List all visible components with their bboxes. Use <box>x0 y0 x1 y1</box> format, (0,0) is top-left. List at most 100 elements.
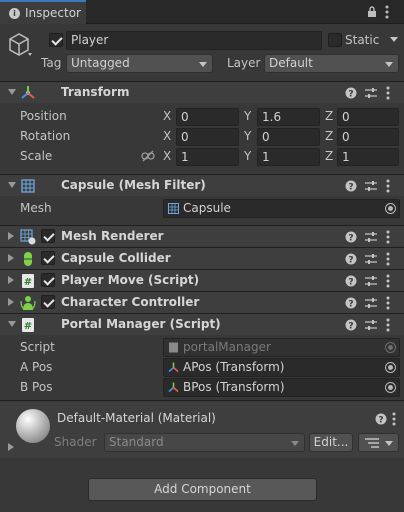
axis-x-label[interactable]: X <box>163 149 171 163</box>
foldout-arrow-icon[interactable] <box>8 443 14 451</box>
presets-icon[interactable] <box>364 274 378 288</box>
help-icon[interactable]: ? <box>344 230 358 244</box>
mesh-renderer-icon <box>20 229 36 245</box>
context-menu-icon[interactable] <box>386 296 390 310</box>
mesh-icon <box>168 203 179 214</box>
foldout-arrow-icon[interactable] <box>8 232 14 240</box>
mesh-filter-header[interactable]: Capsule (Mesh Filter) ? <box>0 174 404 196</box>
transform-header[interactable]: Transform ? <box>0 81 404 103</box>
presets-icon[interactable] <box>364 318 378 332</box>
rotation-x-field[interactable]: 0 <box>176 128 239 146</box>
axis-z-label[interactable]: Z <box>325 149 333 163</box>
foldout-arrow-icon[interactable] <box>8 254 14 262</box>
layer-dropdown[interactable]: Default <box>264 54 399 73</box>
context-menu-icon[interactable] <box>392 412 396 426</box>
mesh-filter-title: Capsule (Mesh Filter) <box>61 178 206 192</box>
axis-y-label[interactable]: Y <box>244 109 251 123</box>
object-picker-icon[interactable] <box>385 362 396 373</box>
presets-icon[interactable] <box>364 179 378 193</box>
capsule-collider-enabled-checkbox[interactable] <box>41 251 55 265</box>
axis-y-label[interactable]: Y <box>244 149 251 163</box>
active-checkbox[interactable] <box>49 33 63 47</box>
rotation-y-field[interactable]: 0 <box>257 128 320 146</box>
tag-dropdown[interactable]: Untagged <box>66 54 213 73</box>
a-pos-field[interactable]: APos (Transform) <box>163 358 400 377</box>
help-icon[interactable]: ? <box>344 296 358 310</box>
layer-label: Layer <box>227 56 261 70</box>
add-component-button[interactable]: Add Component <box>88 478 317 501</box>
gameobject-name-field[interactable]: Player <box>66 31 322 50</box>
static-checkbox[interactable] <box>328 33 342 47</box>
position-y-field[interactable]: 1.6 <box>257 108 320 126</box>
material-options-dropdown[interactable] <box>358 433 399 452</box>
material-section: Default-Material (Material) ? Shader Sta… <box>0 400 404 458</box>
context-menu-icon[interactable] <box>386 252 390 266</box>
foldout-arrow-icon[interactable] <box>8 276 14 284</box>
help-icon[interactable]: ? <box>344 318 358 332</box>
character-controller-icon <box>20 295 36 311</box>
b-pos-field[interactable]: BPos (Transform) <box>163 378 400 397</box>
portal-manager-header[interactable]: # Portal Manager (Script) ? <box>0 313 404 335</box>
mesh-renderer-header[interactable]: Mesh Renderer ? <box>0 225 404 247</box>
script-file-icon <box>168 342 179 353</box>
scale-y-field[interactable]: 1 <box>257 148 320 166</box>
object-picker-icon[interactable] <box>385 382 396 393</box>
character-controller-title: Character Controller <box>61 295 200 309</box>
context-menu-icon[interactable] <box>386 86 390 100</box>
svg-text:#: # <box>24 277 32 288</box>
presets-icon[interactable] <box>364 296 378 310</box>
help-icon[interactable]: ? <box>344 86 358 100</box>
context-menu-icon[interactable] <box>386 318 390 332</box>
axis-z-label[interactable]: Z <box>325 109 333 123</box>
help-icon[interactable]: ? <box>344 179 358 193</box>
axis-z-label[interactable]: Z <box>325 129 333 143</box>
svg-text:?: ? <box>348 322 353 332</box>
rotation-z-field[interactable]: 0 <box>337 128 399 146</box>
foldout-arrow-icon[interactable] <box>8 182 16 188</box>
svg-text:?: ? <box>348 278 353 288</box>
constrain-proportions-icon[interactable] <box>141 150 155 162</box>
shader-dropdown[interactable]: Standard <box>104 433 305 452</box>
player-move-enabled-checkbox[interactable] <box>41 273 55 287</box>
lock-icon[interactable] <box>367 6 377 17</box>
axis-x-label[interactable]: X <box>163 109 171 123</box>
player-move-header[interactable]: # Player Move (Script) ? <box>0 269 404 291</box>
object-picker-icon[interactable] <box>385 203 396 214</box>
foldout-arrow-icon[interactable] <box>8 321 16 327</box>
capsule-collider-header[interactable]: Capsule Collider ? <box>0 247 404 269</box>
tab-inspector[interactable]: i Inspector <box>0 0 86 24</box>
svg-text:?: ? <box>348 300 353 310</box>
help-icon[interactable]: ? <box>344 252 358 266</box>
static-dropdown-icon[interactable] <box>390 37 398 42</box>
list-icon <box>365 437 379 449</box>
scale-z-field[interactable]: 1 <box>337 148 399 166</box>
transform-icon <box>168 362 179 373</box>
foldout-arrow-icon[interactable] <box>8 89 16 95</box>
tab-menu-icon[interactable] <box>385 5 389 19</box>
character-controller-enabled-checkbox[interactable] <box>41 295 55 309</box>
scale-x-field[interactable]: 1 <box>176 148 239 166</box>
axis-y-label[interactable]: Y <box>244 129 251 143</box>
character-controller-header[interactable]: Character Controller ? <box>0 291 404 313</box>
gameobject-cube-icon[interactable] <box>6 31 32 59</box>
context-menu-icon[interactable] <box>386 274 390 288</box>
transform-icon <box>20 85 36 101</box>
foldout-arrow-icon[interactable] <box>8 298 14 306</box>
portal-manager-title: Portal Manager (Script) <box>61 317 221 331</box>
edit-shader-button[interactable]: Edit... <box>309 433 353 452</box>
axis-x-label[interactable]: X <box>163 129 171 143</box>
mesh-field[interactable]: Capsule <box>163 199 400 218</box>
info-icon: i <box>9 8 20 19</box>
position-x-field[interactable]: 0 <box>176 108 239 126</box>
help-icon[interactable]: ? <box>374 412 388 426</box>
b-pos-label: B Pos <box>20 380 53 394</box>
mesh-renderer-enabled-checkbox[interactable] <box>41 229 55 243</box>
presets-icon[interactable] <box>364 86 378 100</box>
position-z-field[interactable]: 0 <box>337 108 399 126</box>
presets-icon[interactable] <box>364 230 378 244</box>
player-move-title: Player Move (Script) <box>61 273 200 287</box>
help-icon[interactable]: ? <box>344 274 358 288</box>
context-menu-icon[interactable] <box>386 179 390 193</box>
presets-icon[interactable] <box>364 252 378 266</box>
context-menu-icon[interactable] <box>386 230 390 244</box>
